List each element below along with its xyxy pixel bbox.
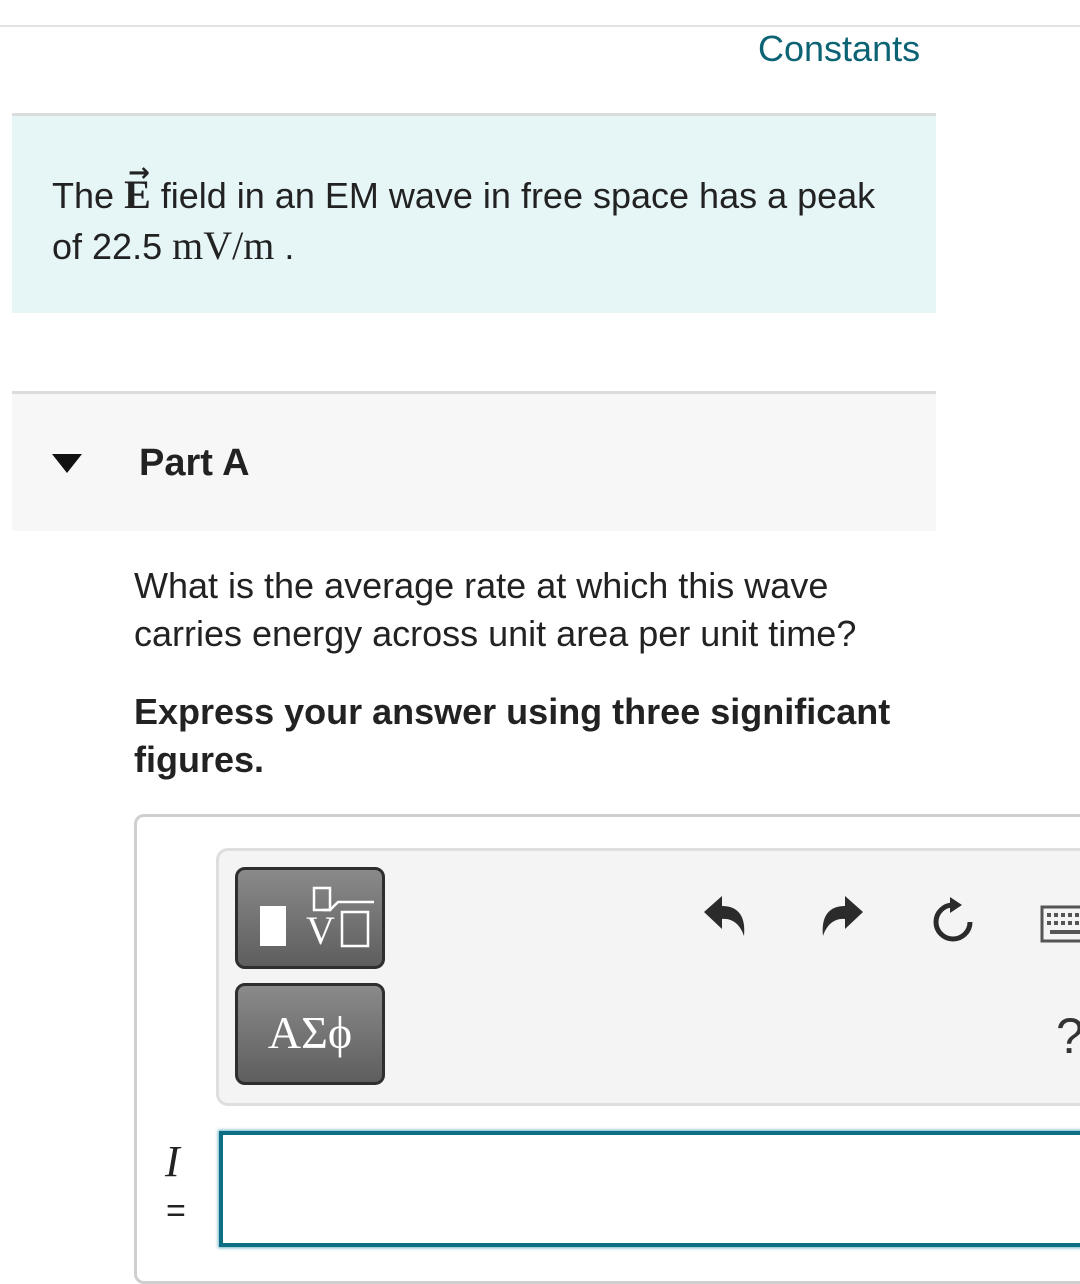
top-divider — [0, 25, 1080, 27]
greek-label: ΑΣϕ — [267, 1007, 353, 1058]
vector-arrow-icon: → — [128, 158, 150, 188]
keyboard-icon[interactable] — [1040, 905, 1080, 945]
templates-button[interactable]: V — [235, 867, 385, 969]
page: Constants The → E field in an EM wave in … — [0, 0, 1080, 1284]
question-text: What is the average rate at which this w… — [134, 565, 857, 654]
intro-period: . — [284, 226, 295, 267]
intro-text-before: The — [52, 175, 115, 216]
help-icon[interactable]: ? — [1056, 1007, 1080, 1065]
greek-symbols-button[interactable]: ΑΣϕ — [235, 983, 385, 1085]
svg-text:V: V — [306, 908, 335, 953]
answer-input[interactable] — [219, 1131, 1080, 1247]
unit-expression: mV/m — [172, 223, 275, 268]
redo-icon[interactable] — [815, 892, 867, 944]
part-title: Part A — [139, 442, 250, 484]
answer-variable-label: I — [165, 1137, 180, 1186]
constants-link[interactable]: Constants — [758, 28, 920, 70]
reset-icon[interactable] — [928, 897, 978, 947]
undo-icon[interactable] — [700, 892, 752, 944]
caret-down-icon[interactable] — [52, 454, 82, 473]
instruction-text: Express your answer using three signific… — [134, 691, 891, 780]
problem-intro: The → E field in an EM wave in free space… — [12, 113, 936, 313]
equals-sign: = — [166, 1192, 186, 1230]
templates-icon: V — [260, 886, 374, 953]
intro-text: The → E field in an EM wave in free space… — [52, 158, 912, 272]
vector-e: → E — [124, 158, 151, 220]
part-a-header[interactable]: Part A — [12, 391, 936, 531]
